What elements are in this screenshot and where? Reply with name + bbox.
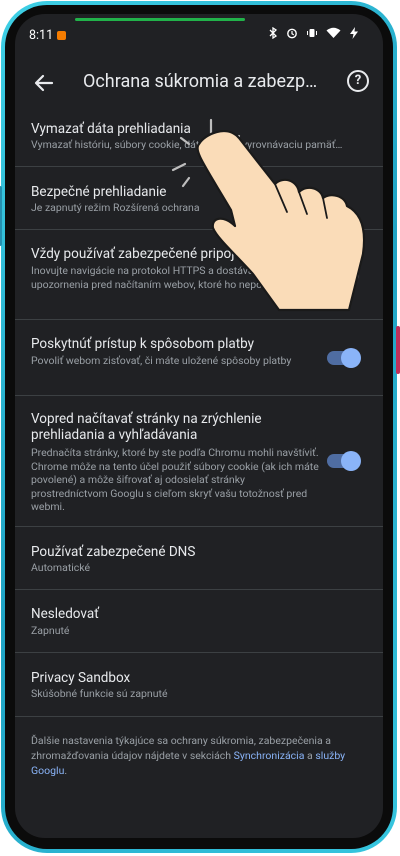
item-title: Používať zabezpečené DNS — [31, 544, 196, 560]
screen: 8:11 Ochrana súkromia a zabezpe ? Vymaza… — [15, 14, 383, 838]
item-subtitle: Povoliť webom zisťovať, či máte uložené … — [31, 354, 292, 367]
power-button — [396, 326, 400, 374]
item-subtitle: Vymazať históriu, súbory cookie, dáta we… — [31, 138, 343, 151]
vibrate-icon — [306, 27, 318, 42]
item-title: Vždy používať zabezpečené pripojenia — [31, 246, 260, 262]
footer-note: Ďalšie nastavenia týkajúce sa ochrany sú… — [31, 733, 361, 778]
volume-button — [0, 186, 2, 246]
status-icons — [268, 26, 359, 42]
toggle-knob — [341, 348, 361, 368]
item-subtitle: Skúšobné funkcie sú zapnuté — [31, 687, 168, 700]
item-title: Bezpečné prehliadanie — [31, 184, 167, 200]
setting-safe-browsing[interactable]: Bezpečné prehliadanie Je zapnutý režim R… — [15, 167, 383, 230]
back-button[interactable] — [31, 70, 57, 96]
setting-privacy-sandbox[interactable]: Privacy Sandbox Skúšobné funkcie sú zapn… — [15, 653, 383, 717]
setting-secure-dns[interactable]: Používať zabezpečené DNS Automatické — [15, 527, 383, 590]
notification-icon — [57, 31, 66, 40]
item-title: Vymazať dáta prehliadania — [31, 121, 191, 137]
help-icon[interactable]: ? — [347, 70, 369, 92]
setting-preload-pages[interactable]: Vopred načítavať stránky na zrýchlenie p… — [15, 396, 383, 527]
setting-do-not-track[interactable]: Nesledovať Zapnuté — [15, 590, 383, 653]
item-title: Vopred načítavať stránky na zrýchlenie p… — [31, 411, 262, 443]
footer-and: a — [304, 749, 316, 762]
alarm-icon — [286, 27, 298, 42]
app-bar: Ochrana súkromia a zabezpečenia ? — [15, 58, 383, 110]
item-title: Nesledovať — [31, 606, 99, 622]
item-title: Privacy Sandbox — [31, 670, 131, 686]
item-subtitle: Prednačíta stránky, ktoré by ste podľa C… — [31, 446, 319, 513]
refresh-indicator — [75, 18, 245, 21]
toggle-switch[interactable] — [325, 265, 359, 285]
toggle-knob — [341, 451, 361, 471]
bluetooth-icon — [268, 26, 278, 42]
item-subtitle: Zapnuté — [31, 624, 70, 637]
toggle-switch[interactable] — [327, 451, 361, 471]
setting-always-secure-connections[interactable]: Vždy používať zabezpečené pripojenia Ino… — [15, 230, 383, 320]
sync-link[interactable]: Synchronizácia — [234, 749, 305, 762]
wifi-icon — [326, 27, 341, 42]
help-icon-glyph: ? — [354, 73, 362, 88]
item-title: Poskytnúť prístup k spôsobom platby — [31, 336, 255, 352]
arrow-back-icon — [34, 74, 54, 92]
setting-clear-browsing-data[interactable]: Vymazať dáta prehliadania Vymazať histór… — [15, 112, 383, 167]
status-bar: 8:11 — [15, 24, 383, 48]
charging-icon — [349, 27, 359, 42]
page-title: Ochrana súkromia a zabezpečenia — [83, 71, 323, 92]
setting-payment-methods[interactable]: Poskytnúť prístup k spôsobom platby Povo… — [15, 320, 383, 396]
toggle-switch[interactable] — [327, 348, 361, 368]
item-subtitle: Inovujte navigácie na protokol HTTPS a d… — [31, 264, 298, 291]
item-subtitle: Je zapnutý režim Rozšírená ochrana — [31, 201, 200, 214]
footer-end: . — [64, 764, 68, 777]
status-time: 8:11 — [29, 28, 54, 43]
toggle-knob — [325, 265, 345, 285]
item-subtitle: Automatické — [31, 561, 91, 574]
